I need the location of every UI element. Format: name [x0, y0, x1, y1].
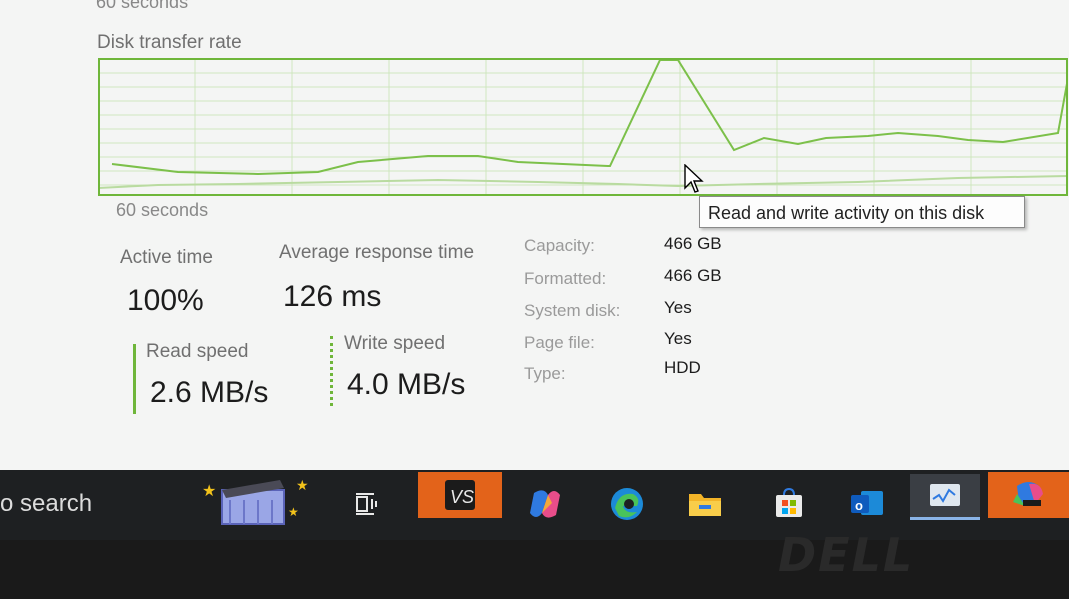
- svg-text:★: ★: [288, 505, 299, 519]
- vscode-like-app-icon[interactable]: VS: [418, 472, 502, 518]
- formatted-value: 466 GB: [664, 266, 722, 285]
- formatted-label: Formatted:: [524, 269, 607, 288]
- write-speed-value: 4.0 MB/s: [347, 368, 466, 401]
- active-time-value: 100%: [127, 284, 204, 317]
- graph-tooltip: Read and write activity on this disk: [699, 196, 1025, 228]
- type-label: Type:: [524, 364, 566, 383]
- task-view-icon[interactable]: [338, 476, 396, 532]
- movie-maker-icon[interactable]: ★ ★ ★: [200, 476, 310, 532]
- microsoft-365-icon[interactable]: [988, 472, 1069, 518]
- type-value: HDD: [664, 358, 701, 377]
- write-speed-indicator: [330, 336, 333, 406]
- system-disk-value: Yes: [664, 298, 692, 317]
- page-file-label: Page file:: [524, 333, 595, 352]
- system-disk-label: System disk:: [524, 301, 621, 320]
- svg-text:★: ★: [202, 483, 216, 500]
- svg-text:o: o: [855, 498, 863, 513]
- active-time-label: Active time: [120, 247, 213, 268]
- dell-bezel-logo: DELL: [778, 528, 915, 582]
- avg-response-label: Average response time: [279, 242, 475, 263]
- taskbar-search-box[interactable]: o search: [0, 490, 92, 518]
- chart-bottom-caption: 60 seconds: [116, 200, 209, 220]
- outlook-icon[interactable]: o: [838, 476, 896, 532]
- read-speed-indicator: [133, 344, 136, 414]
- task-manager-disk-panel: 60 seconds Disk transfer rate 60 seconds…: [0, 0, 1069, 470]
- capacity-label: Capacity:: [524, 236, 595, 255]
- avg-response-value: 126 ms: [283, 280, 382, 313]
- copilot-icon[interactable]: [516, 476, 574, 532]
- file-explorer-icon[interactable]: [676, 476, 734, 532]
- read-speed-value: 2.6 MB/s: [150, 376, 269, 409]
- svg-text:★: ★: [296, 477, 309, 493]
- chart-title: Disk transfer rate: [97, 32, 242, 53]
- disk-transfer-rate-graph: [98, 58, 1068, 196]
- capacity-value: 466 GB: [664, 234, 722, 253]
- page-file-value: Yes: [664, 329, 692, 348]
- chart-top-caption: 60 seconds: [96, 0, 189, 12]
- svg-text:VS: VS: [450, 487, 474, 507]
- write-speed-label: Write speed: [344, 333, 446, 354]
- microsoft-store-icon[interactable]: [760, 476, 818, 532]
- edge-icon[interactable]: [598, 476, 656, 532]
- read-speed-label: Read speed: [146, 341, 249, 362]
- task-manager-icon[interactable]: [910, 474, 980, 520]
